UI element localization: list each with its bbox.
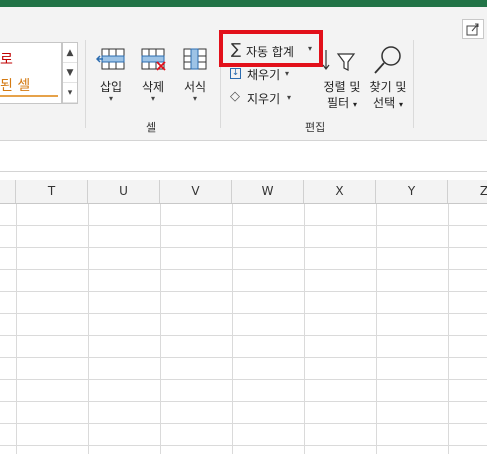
gallery-scroll[interactable]: ▲ ▼ ▾	[62, 42, 78, 104]
fill-button[interactable]: ↓ 채우기 ▾	[228, 66, 308, 84]
delete-button[interactable]: 삭제 ▾	[134, 46, 172, 112]
grid-row-line	[0, 269, 487, 270]
grid-row-line	[0, 247, 487, 248]
format-cells-icon	[183, 48, 207, 70]
grid-row-line	[0, 313, 487, 314]
chevron-down-icon: ▾	[108, 94, 113, 103]
share-icon	[466, 23, 479, 36]
sort-filter-label-line2: 필터 ▾	[320, 94, 364, 111]
format-label: 서식	[183, 80, 207, 94]
column-header-u[interactable]: U	[88, 180, 160, 203]
column-header-v[interactable]: V	[160, 180, 232, 203]
grid-row-line	[0, 401, 487, 402]
fill-down-icon: ↓	[230, 68, 241, 79]
grid-col-line	[304, 204, 305, 454]
grid-col-line	[160, 204, 161, 454]
grid-col-line	[16, 204, 17, 454]
column-header-w[interactable]: W	[232, 180, 304, 203]
insert-cells-icon	[96, 48, 125, 70]
column-header-x[interactable]: X	[304, 180, 376, 203]
find-select-label-line1: 찾기 및	[369, 80, 407, 94]
sort-filter-button[interactable]: 정렬 및 필터 ▾	[320, 44, 364, 110]
sort-filter-label-line1: 정렬 및	[323, 80, 361, 94]
gallery-style-item[interactable]: 된 셀	[0, 75, 30, 95]
gallery-down-icon[interactable]: ▼	[63, 63, 77, 83]
column-header-t[interactable]: T	[16, 180, 88, 203]
grid-row-line	[0, 423, 487, 424]
chevron-down-icon: ▾	[285, 69, 290, 78]
grid-row-line	[0, 291, 487, 292]
fill-label: 채우기	[247, 68, 281, 82]
title-bar	[0, 0, 487, 7]
gallery-up-icon[interactable]: ▲	[63, 43, 77, 63]
grid-col-line	[376, 204, 377, 454]
column-header-y[interactable]: Y	[376, 180, 448, 203]
find-select-button[interactable]: 찾기 및 선택 ▾	[364, 44, 412, 110]
cell-styles-gallery[interactable]: 로 된 셀	[0, 42, 62, 104]
editing-group-label: 편집	[305, 121, 326, 134]
sort-filter-icon	[322, 50, 356, 71]
column-headers: T U V W X Y Z	[0, 180, 487, 204]
find-select-label-line2-text: 선택	[373, 96, 396, 110]
format-button[interactable]: 서식 ▾	[176, 46, 214, 112]
clear-button[interactable]: ◇ 지우기 ▾	[228, 89, 308, 107]
group-separator	[85, 40, 86, 128]
cells-group-label: 셀	[146, 121, 157, 134]
highlight-box	[219, 30, 323, 67]
column-header-partial[interactable]	[0, 180, 16, 203]
share-button[interactable]	[462, 19, 484, 39]
chevron-down-icon: ▾	[398, 100, 403, 109]
chevron-down-icon: ▾	[150, 94, 155, 103]
chevron-down-icon: ▾	[192, 94, 197, 103]
eraser-icon: ◇	[230, 89, 240, 104]
sort-filter-label-line2-text: 필터	[327, 96, 350, 110]
chevron-down-icon: ▾	[352, 100, 357, 109]
grid-col-line	[448, 204, 449, 454]
insert-button[interactable]: 삽입 ▾	[92, 46, 130, 112]
grid-row-line	[0, 357, 487, 358]
column-header-z[interactable]: Z	[448, 180, 487, 203]
grid-col-line	[88, 204, 89, 454]
grid-row-line	[0, 225, 487, 226]
magnifier-icon	[374, 46, 401, 74]
group-separator	[413, 40, 414, 128]
delete-cells-icon	[141, 48, 166, 71]
clear-label: 지우기	[247, 92, 281, 106]
gallery-style-item[interactable]: 로	[0, 49, 13, 69]
gallery-underline	[0, 95, 58, 97]
insert-label: 삽입	[99, 80, 123, 94]
grid-row-line	[0, 445, 487, 446]
grid-row-line	[0, 335, 487, 336]
worksheet-grid[interactable]	[0, 204, 487, 454]
delete-label: 삭제	[141, 80, 165, 94]
grid-col-line	[232, 204, 233, 454]
grid-row-line	[0, 379, 487, 380]
find-select-label-line2: 선택 ▾	[364, 94, 412, 111]
chevron-down-icon: ▾	[287, 93, 292, 102]
formula-bar[interactable]	[0, 141, 487, 172]
gallery-more-icon[interactable]: ▾	[63, 83, 77, 103]
